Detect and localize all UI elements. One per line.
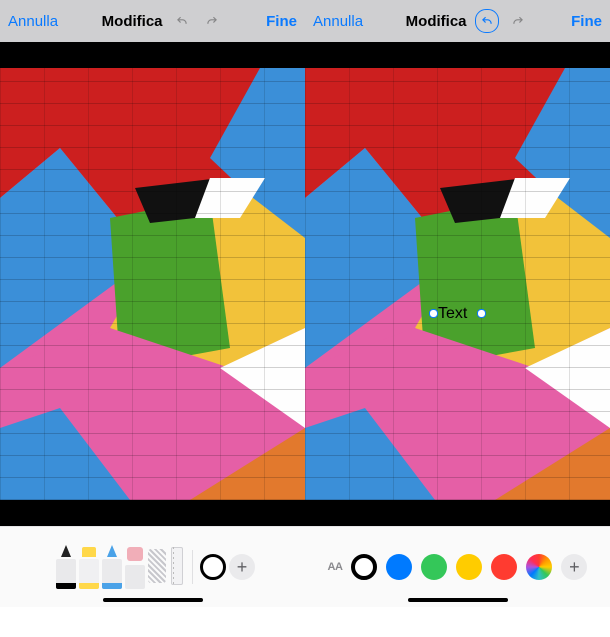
eraser-tool[interactable]	[125, 545, 145, 589]
ruler-tool[interactable]	[169, 545, 185, 589]
left-topbar: Annulla Modifica Fine	[0, 0, 305, 42]
selection-handle-left[interactable]	[429, 309, 438, 318]
text-annotation[interactable]: Text	[436, 305, 469, 323]
done-button[interactable]: Fine	[266, 13, 297, 30]
highlighter-tool[interactable]	[79, 545, 99, 589]
black-banner-bottom	[0, 500, 305, 526]
left-canvas[interactable]	[0, 68, 305, 500]
color-swatch-red[interactable]	[491, 554, 517, 580]
color-swatch-green[interactable]	[421, 554, 447, 580]
lasso-tool[interactable]	[148, 545, 166, 589]
font-size-button[interactable]: AA	[328, 561, 343, 573]
selection-handle-right[interactable]	[477, 309, 486, 318]
pen-tool[interactable]	[56, 545, 76, 589]
undo-icon[interactable]	[475, 9, 499, 33]
mural-image	[305, 68, 610, 500]
cancel-button[interactable]: Annulla	[313, 13, 363, 30]
right-pane: Annulla Modifica Fine	[305, 0, 610, 607]
home-indicator	[103, 598, 203, 602]
right-toolbar: AA +	[305, 526, 610, 607]
black-banner-top	[0, 42, 305, 68]
left-toolbar: +	[0, 526, 305, 607]
title-label: Modifica	[406, 13, 467, 30]
cancel-button[interactable]: Annulla	[8, 13, 58, 30]
toolbar-divider	[192, 550, 193, 584]
add-button[interactable]: +	[561, 554, 587, 580]
mural-image	[0, 68, 305, 500]
color-swatch-yellow[interactable]	[456, 554, 482, 580]
pencil-tool[interactable]	[102, 545, 122, 589]
color-selected[interactable]	[351, 554, 377, 580]
add-tool-button[interactable]: +	[229, 554, 255, 580]
right-topbar: Annulla Modifica Fine	[305, 0, 610, 42]
done-button[interactable]: Fine	[571, 13, 602, 30]
right-canvas[interactable]: Text	[305, 68, 610, 500]
undo-icon[interactable]	[171, 10, 193, 32]
left-pane: Annulla Modifica Fine	[0, 0, 305, 607]
plus-icon: +	[237, 557, 248, 578]
redo-icon[interactable]	[201, 10, 223, 32]
home-indicator	[408, 598, 508, 602]
black-banner-top	[305, 42, 610, 68]
color-well[interactable]	[200, 554, 226, 580]
color-picker-button[interactable]	[526, 554, 552, 580]
title-label: Modifica	[102, 13, 163, 30]
redo-icon[interactable]	[507, 10, 529, 32]
plus-icon: +	[569, 557, 580, 578]
color-swatch-blue[interactable]	[386, 554, 412, 580]
black-banner-bottom	[305, 500, 610, 526]
